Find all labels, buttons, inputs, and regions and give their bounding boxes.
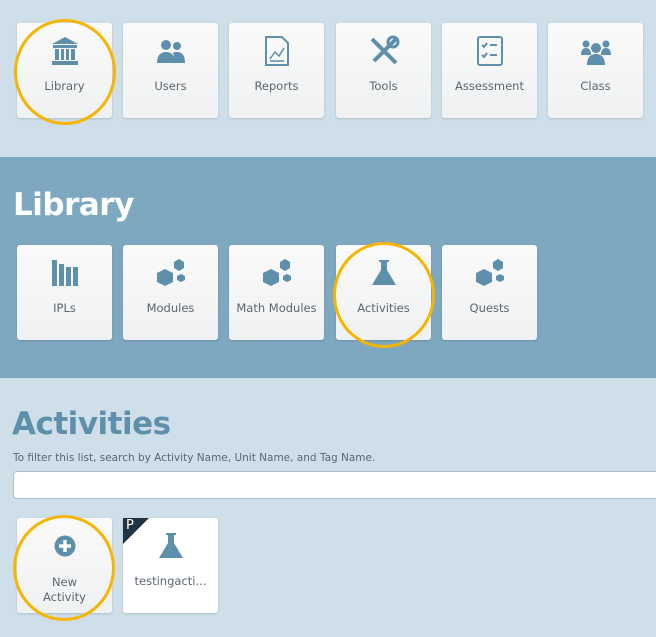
nav-label: Reports (254, 79, 299, 93)
activities-section: Activities To filter this list, search b… (0, 378, 656, 637)
library-label: Modules (146, 301, 195, 315)
library-ipls[interactable]: IPLs (17, 245, 112, 340)
users-icon (157, 40, 185, 63)
library-math-modules[interactable]: Math Modules (229, 245, 324, 340)
library-modules[interactable]: Modules (123, 245, 218, 340)
library-quests[interactable]: Quests (442, 245, 537, 340)
nav-class[interactable]: Class (548, 23, 643, 118)
flask-icon (159, 533, 183, 558)
nav-label: Library (44, 79, 85, 93)
filter-input[interactable] (13, 471, 656, 499)
class-icon (581, 40, 611, 65)
nav-label: Users (154, 79, 187, 93)
activity-label: testingacti... (134, 574, 207, 588)
modules-icon (157, 259, 185, 286)
flask-icon (372, 260, 396, 285)
new-activity-label: New Activity (42, 575, 86, 604)
library-title: Library (13, 187, 134, 223)
library-label: IPLs (53, 301, 76, 315)
new-activity-button[interactable]: New Activity (17, 518, 112, 613)
library-activities[interactable]: Activities (336, 245, 431, 340)
reports-icon (265, 36, 289, 66)
books-icon (52, 260, 78, 286)
activity-card[interactable]: P testingacti... (123, 518, 218, 613)
nav-users[interactable]: Users (123, 23, 218, 118)
nav-label: Tools (369, 79, 398, 93)
library-label: Quests (469, 301, 510, 315)
nav-reports[interactable]: Reports (229, 23, 324, 118)
library-label: Math Modules (236, 301, 317, 315)
modules-icon (476, 259, 504, 286)
nav-assessment[interactable]: Assessment (442, 23, 537, 118)
library-section: Library IPLs Modules Math Modules Activi… (0, 157, 656, 378)
nav-library[interactable]: Library (17, 23, 112, 118)
modules-icon (263, 259, 291, 286)
tools-icon (370, 35, 400, 65)
library-icon (52, 37, 78, 65)
plus-circle-icon (54, 535, 76, 557)
top-nav: Library Users Reports Tools Assessment C… (0, 0, 656, 157)
library-label: Activities (357, 301, 410, 315)
assessment-icon (477, 36, 503, 66)
activities-title: Activities (12, 406, 171, 442)
nav-label: Class (580, 79, 611, 93)
nav-label: Assessment (455, 79, 524, 93)
filter-hint: To filter this list, search by Activity … (13, 452, 376, 464)
nav-tools[interactable]: Tools (336, 23, 431, 118)
status-badge: P (126, 518, 134, 533)
